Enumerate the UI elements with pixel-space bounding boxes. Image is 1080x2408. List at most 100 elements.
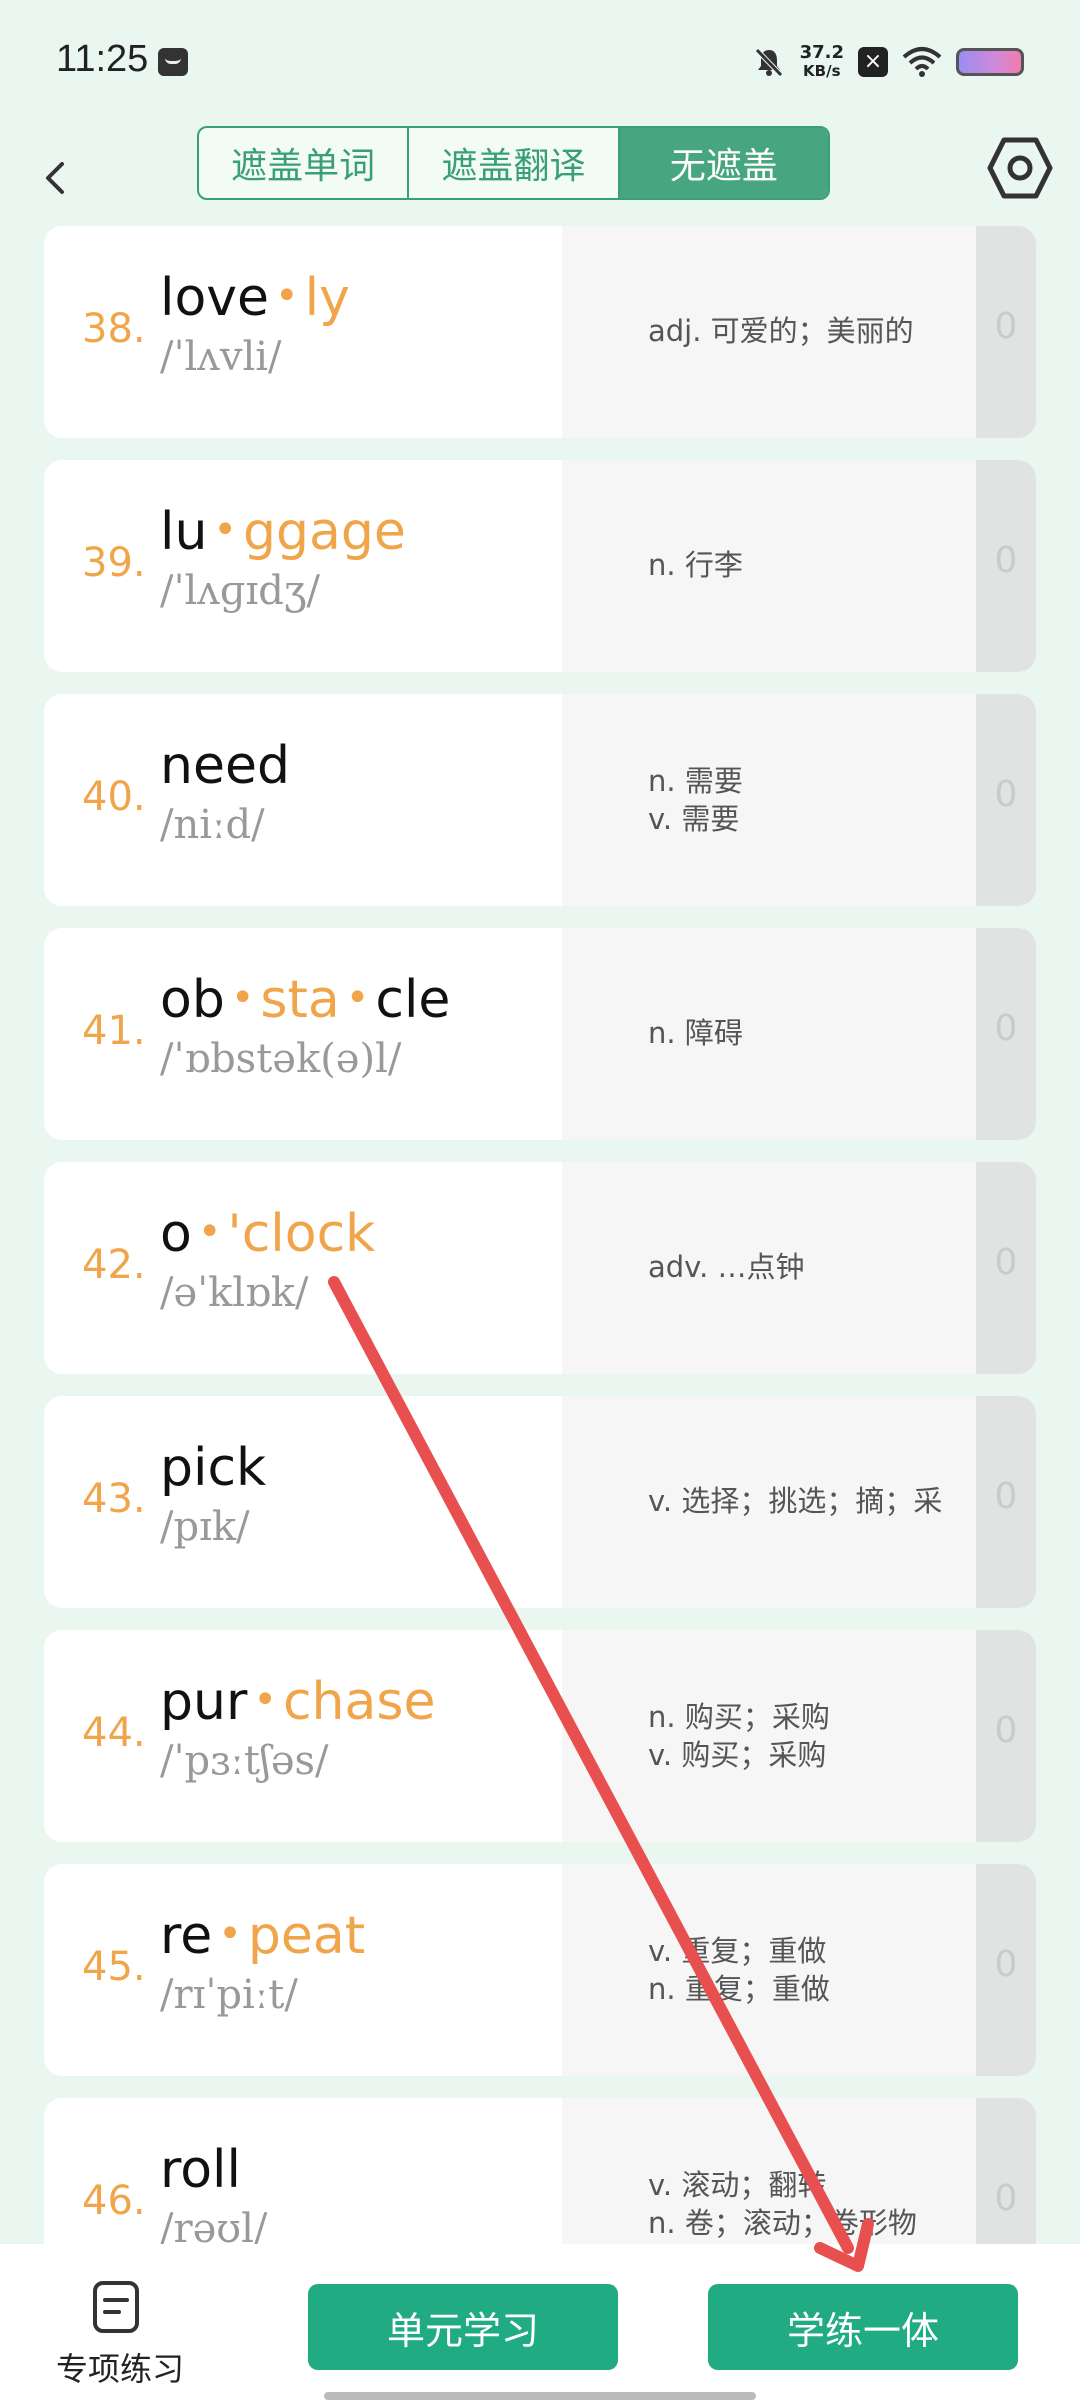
word-card[interactable]: 43. pick/pɪk/v. 选择；挑选；摘；采 0 xyxy=(44,1396,1036,1608)
word-meaning: n. 需要 v. 需要 xyxy=(648,762,743,838)
meaning-cell: v. 选择；挑选；摘；采 xyxy=(562,1396,982,1608)
settings-hex-icon[interactable] xyxy=(986,134,1054,202)
bottom-bar: 专项练习 单元学习 学练一体 xyxy=(0,2244,1080,2408)
tab-cover-words[interactable]: 遮盖单词 xyxy=(199,128,410,198)
word-index: 42. xyxy=(82,1242,146,1288)
unit-study-button[interactable]: 单元学习 xyxy=(308,2284,618,2370)
count-cell[interactable]: 0 xyxy=(976,460,1036,672)
meaning-cell: n. 障碍 xyxy=(562,928,982,1140)
word-phonetic: /əˈklɒk/ xyxy=(160,1270,309,1316)
meaning-cell: adj. 可爱的；美丽的 xyxy=(562,226,982,438)
meaning-cell: adv. …点钟 xyxy=(562,1162,982,1374)
study-practice-button[interactable]: 学练一体 xyxy=(708,2284,1018,2370)
word-text: need xyxy=(160,736,290,796)
count-cell[interactable]: 0 xyxy=(976,1396,1036,1608)
word-index: 41. xyxy=(82,1008,146,1054)
word-text: pick xyxy=(160,1438,266,1498)
home-indicator[interactable] xyxy=(324,2392,756,2400)
word-meaning: v. 重复；重做 n. 重复；重做 xyxy=(648,1932,830,2008)
word-card[interactable]: 40. need/niːd/n. 需要 v. 需要 0 xyxy=(44,694,1036,906)
meaning-line: n. 重复；重做 xyxy=(648,1972,830,2006)
meaning-line: n. 购买；采购 xyxy=(648,1700,830,1734)
word-card[interactable]: 41. ob • sta • cle/ˈɒbstək(ə)l/n. 障碍 0 xyxy=(44,928,1036,1140)
word-text: o •'clock xyxy=(160,1204,375,1264)
syllable: roll xyxy=(160,2140,241,2200)
word-count: 0 xyxy=(994,1476,1018,1517)
syllable: peat xyxy=(247,1906,366,1966)
network-speed-value: 37.2 xyxy=(799,42,844,63)
word-count: 0 xyxy=(994,1710,1018,1751)
word-phonetic: /ˈpɜːtʃəs/ xyxy=(160,1738,329,1784)
syllable: pick xyxy=(160,1438,267,1498)
syllable: ly xyxy=(304,268,350,328)
word-index: 38. xyxy=(82,306,146,352)
word-cell: 43. pick/pɪk/ xyxy=(44,1396,562,1608)
word-cell: 45. re • peat/rɪˈpiːt/ xyxy=(44,1864,562,2076)
syllable-dot: • xyxy=(213,507,237,553)
word-index: 46. xyxy=(82,2178,146,2224)
meaning-cell: n. 需要 v. 需要 xyxy=(562,694,982,906)
word-card[interactable]: 38. love • ly/ˈlʌvli/adj. 可爱的；美丽的 0 xyxy=(44,226,1036,438)
meaning-line: n. 行李 xyxy=(648,548,743,582)
word-meaning: adv. …点钟 xyxy=(648,1248,805,1286)
word-card[interactable]: 46. roll/rəʊl/v. 滚动；翻转 n. 卷；滚动；卷形物 0 xyxy=(44,2098,1036,2244)
syllable-dot: • xyxy=(230,975,255,1021)
sim-disabled-icon: × xyxy=(858,47,888,77)
back-icon[interactable] xyxy=(32,142,92,212)
count-cell[interactable]: 0 xyxy=(976,226,1036,438)
syllable: 'clock xyxy=(227,1204,376,1264)
word-meaning: n. 障碍 xyxy=(648,1014,743,1052)
word-cell: 38. love • ly/ˈlʌvli/ xyxy=(44,226,562,438)
word-cell: 41. ob • sta • cle/ˈɒbstək(ə)l/ xyxy=(44,928,562,1140)
word-card[interactable]: 44. pur • chase/ˈpɜːtʃəs/n. 购买；采购 v. 购买；采购 0 xyxy=(44,1630,1036,1842)
syllable: re xyxy=(160,1906,213,1966)
word-cell: 44. pur • chase/ˈpɜːtʃəs/ xyxy=(44,1630,562,1842)
tab-no-cover[interactable]: 无遮盖 xyxy=(619,128,828,198)
special-practice-button[interactable]: 专项练习 xyxy=(48,2280,198,2390)
syllable: love xyxy=(160,268,270,328)
meaning-cell: v. 重复；重做 n. 重复；重做 xyxy=(562,1864,982,2076)
special-practice-label: 专项练习 xyxy=(56,2350,185,2388)
word-cell: 46. roll/rəʊl/ xyxy=(44,2098,562,2244)
count-cell[interactable]: 0 xyxy=(976,2098,1036,2244)
meaning-cell: v. 滚动；翻转 n. 卷；滚动；卷形物 xyxy=(562,2098,982,2244)
word-count: 0 xyxy=(994,1008,1018,1049)
count-cell[interactable]: 0 xyxy=(976,1864,1036,2076)
meaning-line: v. 重复；重做 xyxy=(648,1934,827,1968)
word-card[interactable]: 45. re • peat/rɪˈpiːt/v. 重复；重做 n. 重复；重做 0 xyxy=(44,1864,1036,2076)
syllable-dot: • xyxy=(197,1209,222,1255)
word-meaning: v. 滚动；翻转 n. 卷；滚动；卷形物 xyxy=(648,2166,917,2242)
meaning-line: n. 障碍 xyxy=(648,1016,743,1050)
notification-icon xyxy=(158,48,188,76)
word-list[interactable]: 38. love • ly/ˈlʌvli/adj. 可爱的；美丽的 0 39. lu • gga… xyxy=(44,226,1036,2244)
count-cell[interactable]: 0 xyxy=(976,1630,1036,1842)
syllable: cle xyxy=(375,970,451,1030)
word-count: 0 xyxy=(994,1242,1018,1283)
count-cell[interactable]: 0 xyxy=(976,694,1036,906)
word-meaning: v. 选择；挑选；摘；采 xyxy=(648,1482,942,1520)
syllable-dot: • xyxy=(345,975,370,1021)
meaning-cell: n. 行李 xyxy=(562,460,982,672)
count-cell[interactable]: 0 xyxy=(976,928,1036,1140)
word-count: 0 xyxy=(994,2178,1018,2219)
word-card[interactable]: 39. lu • ggage/ˈlʌɡɪdʒ/n. 行李 0 xyxy=(44,460,1036,672)
count-cell[interactable]: 0 xyxy=(976,1162,1036,1374)
word-phonetic: /ˈɒbstək(ə)l/ xyxy=(160,1036,402,1082)
meaning-line: n. 需要 xyxy=(648,764,743,798)
word-text: roll xyxy=(160,2140,241,2200)
word-text: pur • chase xyxy=(160,1672,435,1732)
word-text: re • peat xyxy=(160,1906,365,1966)
syllable-dot: • xyxy=(275,273,299,319)
word-text: love • ly xyxy=(160,268,350,328)
network-speed-unit: KB/s xyxy=(803,62,841,80)
meaning-line: v. 购买；采购 xyxy=(648,1738,827,1772)
word-index: 40. xyxy=(82,774,146,820)
word-text: ob • sta • cle xyxy=(160,970,450,1030)
syllable: pur xyxy=(160,1672,248,1732)
syllable: ob xyxy=(160,970,225,1030)
network-speed: 37.2 KB/s xyxy=(799,42,844,81)
tab-cover-translation[interactable]: 遮盖翻译 xyxy=(409,128,620,198)
word-index: 39. xyxy=(82,540,146,586)
word-card[interactable]: 42. o •'clock/əˈklɒk/adv. …点钟 0 xyxy=(44,1162,1036,1374)
word-cell: 42. o •'clock/əˈklɒk/ xyxy=(44,1162,562,1374)
